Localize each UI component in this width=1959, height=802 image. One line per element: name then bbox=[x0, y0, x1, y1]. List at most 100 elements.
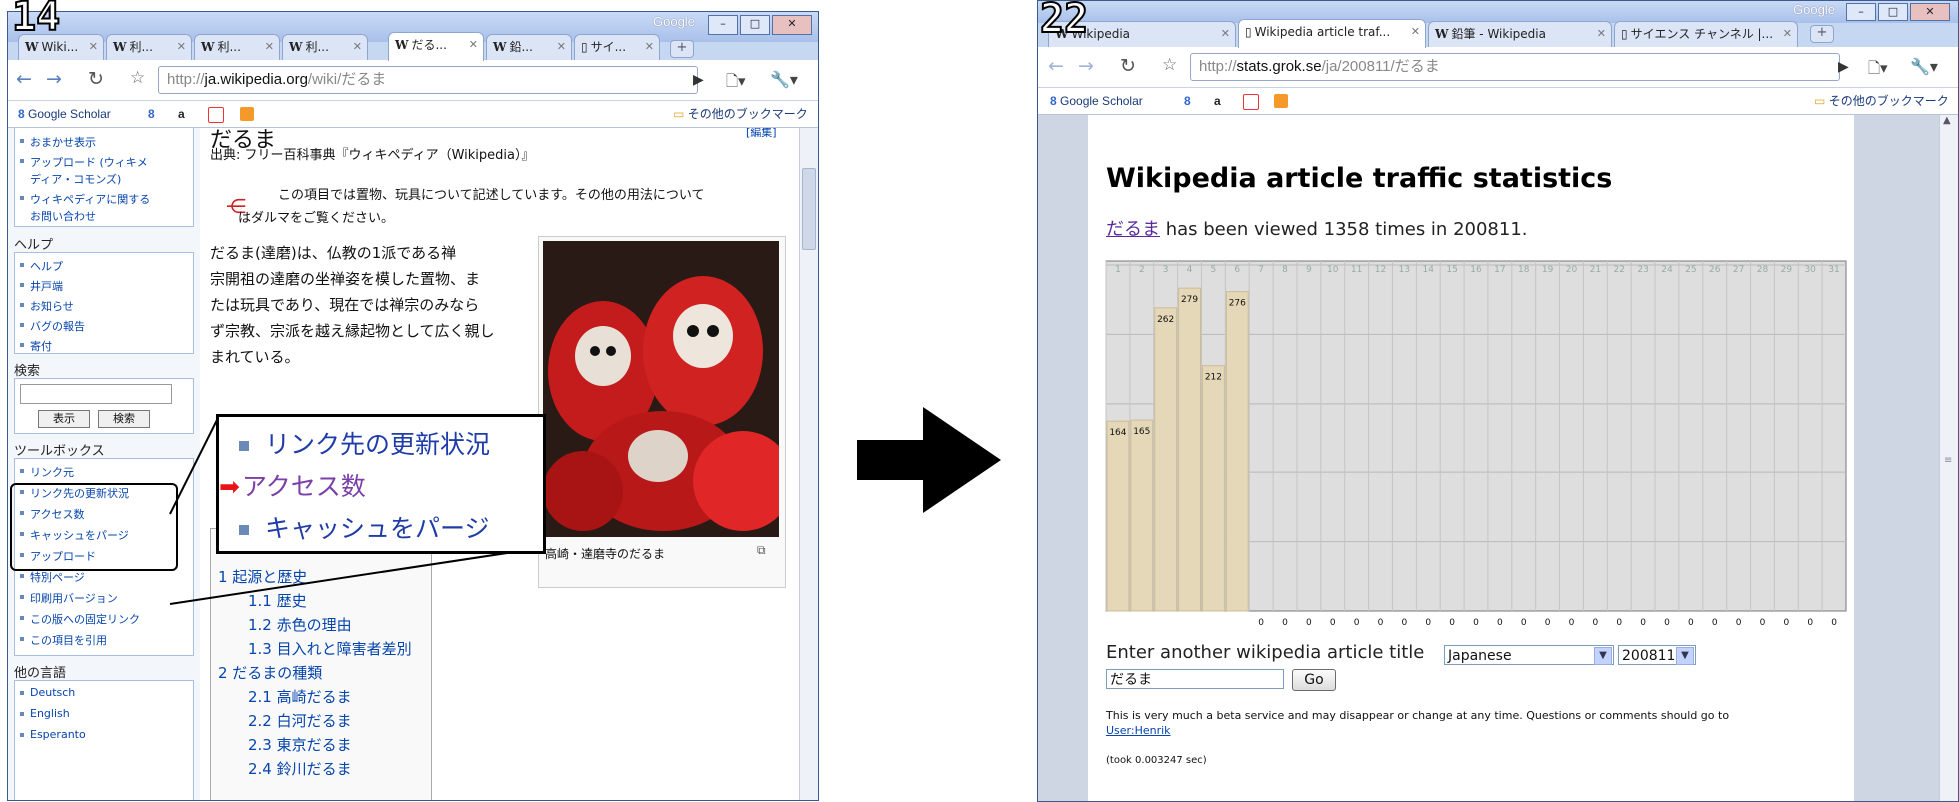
wiki-search-input[interactable] bbox=[20, 384, 172, 404]
enlarge-icon[interactable]: ⧉ bbox=[757, 543, 766, 558]
sidebar-item-continued[interactable]: ディア・コモンズ) bbox=[30, 171, 121, 187]
reload-icon[interactable]: ↻ bbox=[1120, 55, 1136, 77]
toolbox-item-links[interactable]: リンク元 bbox=[20, 464, 74, 480]
language-select[interactable]: Japanese ▼ bbox=[1444, 645, 1614, 665]
close-icon[interactable]: ✕ bbox=[1221, 22, 1230, 46]
left-address-bar[interactable]: http://ja.wikipedia.org/wiki/だるま bbox=[158, 66, 698, 94]
left-tab-2[interactable]: W 利... ✕ bbox=[106, 34, 192, 61]
forward-arrow-icon[interactable]: → bbox=[46, 68, 62, 90]
right-close-window-button[interactable]: ✕ bbox=[1910, 3, 1950, 21]
right-tab-4[interactable]: ▯ サイエンス チャンネル |... ✕ bbox=[1614, 21, 1798, 48]
toc-item[interactable]: 1.1 歴史 bbox=[248, 590, 307, 611]
orange-icon[interactable] bbox=[240, 107, 254, 121]
close-icon[interactable]: ✕ bbox=[353, 35, 362, 59]
toc-item[interactable]: 2.1 高崎だるま bbox=[248, 686, 352, 707]
toolbox-item-special[interactable]: 特別ページ bbox=[20, 569, 85, 585]
close-icon[interactable]: ✕ bbox=[265, 35, 274, 59]
left-maximize-button[interactable]: □ bbox=[740, 15, 770, 35]
close-icon[interactable]: ✕ bbox=[1411, 20, 1420, 44]
right-tab-2-active[interactable]: ▯ Wikipedia article traf... ✕ bbox=[1238, 19, 1426, 48]
right-tab-3[interactable]: W 鉛筆 - Wikipedia ✕ bbox=[1428, 21, 1612, 48]
star-icon[interactable]: ☆ bbox=[130, 68, 145, 88]
sidebar-item[interactable]: アップロード (ウィキメ bbox=[20, 154, 148, 170]
back-arrow-icon[interactable]: ← bbox=[16, 68, 32, 90]
sidebar-item[interactable]: ウィキペディアに関する bbox=[19, 191, 150, 207]
right-vertical-scrollbar[interactable]: ▲ ≡ bbox=[1939, 115, 1958, 801]
play-icon[interactable]: ▶ bbox=[1838, 59, 1849, 75]
right-address-bar[interactable]: http://stats.grok.se/ja/200811/だるま bbox=[1190, 53, 1840, 81]
scroll-up-icon[interactable]: ▲ bbox=[1943, 115, 1951, 126]
search-button[interactable]: 検索 bbox=[98, 410, 150, 428]
left-new-tab-button[interactable]: + bbox=[670, 40, 694, 58]
chevron-down-icon[interactable]: ▼ bbox=[1594, 647, 1612, 665]
close-icon[interactable]: ✕ bbox=[177, 35, 186, 59]
goo-icon[interactable] bbox=[1243, 94, 1259, 110]
scroll-grip-icon[interactable]: ≡ bbox=[1944, 455, 1952, 466]
left-minimize-button[interactable]: – bbox=[708, 15, 738, 35]
sidebar-item[interactable]: 寄付 bbox=[20, 338, 52, 354]
toc-item[interactable]: 2.2 白河だるま bbox=[248, 710, 352, 731]
forward-arrow-icon[interactable]: → bbox=[1078, 55, 1094, 77]
page-menu-icon[interactable]: 🗋▾ bbox=[726, 71, 746, 96]
toc-item[interactable]: 2.3 東京だるま bbox=[248, 734, 352, 755]
close-icon[interactable]: ✕ bbox=[1783, 22, 1792, 46]
language-link[interactable]: Deutsch bbox=[19, 686, 75, 699]
show-button[interactable]: 表示 bbox=[38, 410, 90, 428]
chevron-down-icon[interactable]: ▼ bbox=[1676, 647, 1694, 665]
toc-item[interactable]: 1 起源と歴史 bbox=[218, 566, 307, 587]
left-vertical-scrollbar[interactable] bbox=[799, 128, 818, 800]
google-scholar-bookmark[interactable]: 8 Google Scholar bbox=[1050, 88, 1143, 114]
left-tab-6[interactable]: W 鉛... ✕ bbox=[486, 34, 572, 61]
sidebar-item[interactable]: ヘルプ bbox=[20, 258, 63, 274]
article-title-input[interactable]: だるま bbox=[1106, 669, 1284, 689]
left-tab-4[interactable]: W 利... ✕ bbox=[282, 34, 368, 61]
other-bookmarks[interactable]: ▭ その他のブックマーク bbox=[1814, 88, 1949, 114]
scrollbar-thumb[interactable] bbox=[802, 168, 816, 250]
toolbox-item-print[interactable]: 印刷用バージョン bbox=[20, 590, 118, 606]
edit-link[interactable]: [編集] bbox=[746, 128, 777, 140]
wrench-icon[interactable]: 🔧▾ bbox=[1910, 57, 1938, 76]
back-arrow-icon[interactable]: ← bbox=[1048, 55, 1064, 77]
goo-icon[interactable] bbox=[208, 107, 224, 123]
star-icon[interactable]: ☆ bbox=[1162, 55, 1177, 75]
toc-item[interactable]: 1.2 赤色の理由 bbox=[248, 614, 352, 635]
right-new-tab-button[interactable]: + bbox=[1810, 25, 1834, 43]
go-button[interactable]: Go bbox=[1292, 669, 1336, 691]
sidebar-item[interactable]: 井戸端 bbox=[20, 278, 63, 294]
article-link[interactable]: だるま bbox=[1106, 219, 1160, 240]
close-icon[interactable]: ✕ bbox=[645, 35, 654, 59]
close-icon[interactable]: ✕ bbox=[469, 33, 478, 57]
sidebar-item[interactable]: おまかせ表示 bbox=[20, 134, 96, 150]
left-close-window-button[interactable]: ✕ bbox=[772, 15, 812, 35]
month-select[interactable]: 200811 ▼ bbox=[1618, 645, 1696, 665]
toolbox-item-permalink[interactable]: この版への固定リンク bbox=[20, 611, 140, 627]
toolbox-item-cite[interactable]: この項目を引用 bbox=[20, 632, 107, 648]
language-link[interactable]: Esperanto bbox=[20, 728, 86, 741]
orange-icon[interactable] bbox=[1274, 94, 1288, 108]
page-menu-icon[interactable]: 🗋▾ bbox=[1868, 58, 1888, 83]
toc-item[interactable]: 2.4 鈴川だるま bbox=[248, 758, 352, 779]
toc-item[interactable]: 1.3 目入れと障害者差別 bbox=[248, 638, 412, 659]
left-tab-5-active[interactable]: W だる... ✕ bbox=[388, 32, 484, 61]
sidebar-item[interactable]: バグの報告 bbox=[20, 318, 85, 334]
close-icon[interactable]: ✕ bbox=[1597, 22, 1606, 46]
play-icon[interactable]: ▶ bbox=[693, 72, 704, 88]
amazon-icon[interactable]: a bbox=[178, 101, 185, 127]
sidebar-item[interactable]: お知らせ bbox=[20, 298, 74, 314]
amazon-icon[interactable]: a bbox=[1214, 88, 1221, 114]
right-maximize-button[interactable]: □ bbox=[1878, 3, 1908, 21]
right-minimize-button[interactable]: – bbox=[1846, 3, 1876, 21]
other-bookmarks[interactable]: ▭ その他のブックマーク bbox=[673, 101, 808, 127]
google-bookmark[interactable]: 8 bbox=[148, 101, 155, 127]
reload-icon[interactable]: ↻ bbox=[88, 68, 104, 90]
language-link[interactable]: English bbox=[20, 707, 70, 720]
google-scholar-bookmark[interactable]: 8 Google Scholar bbox=[18, 101, 111, 127]
close-icon[interactable]: ✕ bbox=[557, 35, 566, 59]
toc-item[interactable]: 2 だるまの種類 bbox=[218, 662, 322, 683]
henrik-link[interactable]: User:Henrik bbox=[1106, 724, 1171, 737]
wrench-icon[interactable]: 🔧▾ bbox=[770, 70, 798, 89]
google-bookmark[interactable]: 8 bbox=[1184, 88, 1191, 114]
close-icon[interactable]: ✕ bbox=[89, 35, 98, 59]
left-tab-3[interactable]: W 利... ✕ bbox=[194, 34, 280, 61]
sidebar-item-continued[interactable]: お問い合わせ bbox=[30, 208, 96, 224]
